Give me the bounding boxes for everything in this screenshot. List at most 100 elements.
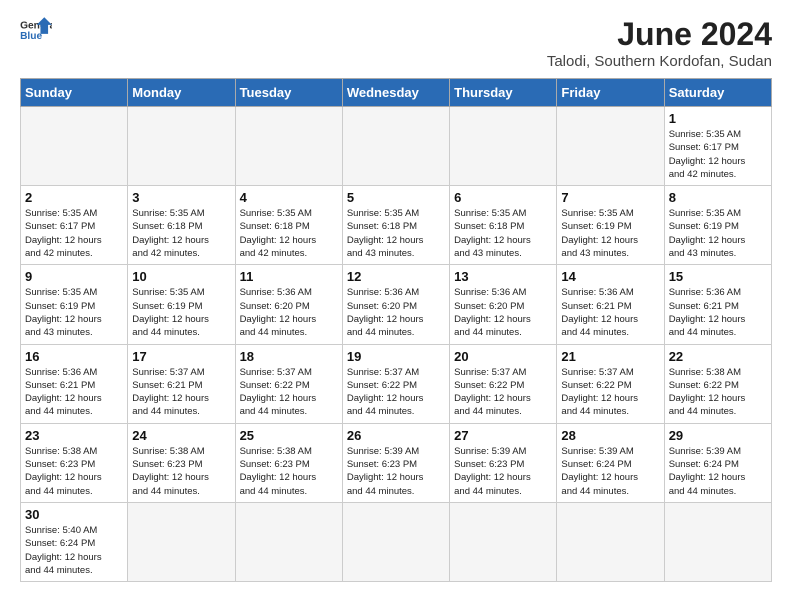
day-number: 17 bbox=[132, 349, 230, 364]
day-number: 1 bbox=[669, 111, 767, 126]
table-row: 28Sunrise: 5:39 AM Sunset: 6:24 PM Dayli… bbox=[557, 423, 664, 502]
day-number: 14 bbox=[561, 269, 659, 284]
day-number: 21 bbox=[561, 349, 659, 364]
day-info: Sunrise: 5:35 AM Sunset: 6:17 PM Dayligh… bbox=[25, 207, 123, 260]
day-number: 20 bbox=[454, 349, 552, 364]
table-row: 2 Sunrise: 5:35 AM Sunset: 6:17 PM Daylig… bbox=[21, 186, 128, 265]
day-info: Sunrise: 5:39 AM Sunset: 6:24 PM Dayligh… bbox=[669, 445, 767, 498]
day-info: Sunrise: 5:35 AM Sunset: 6:18 PM Dayligh… bbox=[240, 207, 338, 260]
header: General Blue June 2024 Talodi, Southern … bbox=[20, 16, 772, 70]
table-row: 3 Sunrise: 5:35 AM Sunset: 6:18 PM Daylig… bbox=[128, 186, 235, 265]
day-number: 26 bbox=[347, 428, 445, 443]
day-info: Sunrise: 5:35 AM Sunset: 6:19 PM Dayligh… bbox=[669, 207, 767, 260]
day-info: Sunrise: 5:35 AM Sunset: 6:19 PM Dayligh… bbox=[132, 286, 230, 339]
day-info: Sunrise: 5:36 AM Sunset: 6:21 PM Dayligh… bbox=[561, 286, 659, 339]
day-number: 7 bbox=[561, 190, 659, 205]
table-row: 8Sunrise: 5:35 AM Sunset: 6:19 PM Daylig… bbox=[664, 186, 771, 265]
day-info: Sunrise: 5:35 AM Sunset: 6:18 PM Dayligh… bbox=[454, 207, 552, 260]
header-wednesday: Wednesday bbox=[342, 79, 449, 107]
day-number: 16 bbox=[25, 349, 123, 364]
table-row bbox=[557, 502, 664, 581]
table-row: 15 Sunrise: 5:36 AM Sunset: 6:21 PM Dayli… bbox=[664, 265, 771, 344]
header-tuesday: Tuesday bbox=[235, 79, 342, 107]
table-row: 21 Sunrise: 5:37 AM Sunset: 6:22 PM Dayli… bbox=[557, 344, 664, 423]
day-info: Sunrise: 5:35 AM Sunset: 6:18 PM Dayligh… bbox=[132, 207, 230, 260]
day-number: 11 bbox=[240, 269, 338, 284]
table-row: 13 Sunrise: 5:36 AM Sunset: 6:20 PM Dayli… bbox=[450, 265, 557, 344]
table-row: 12 Sunrise: 5:36 AM Sunset: 6:20 PM Dayli… bbox=[342, 265, 449, 344]
day-number: 23 bbox=[25, 428, 123, 443]
day-number: 2 bbox=[25, 190, 123, 205]
day-number: 27 bbox=[454, 428, 552, 443]
table-row bbox=[128, 107, 235, 186]
day-info: Sunrise: 5:35 AM Sunset: 6:19 PM Dayligh… bbox=[561, 207, 659, 260]
table-row bbox=[342, 502, 449, 581]
day-number: 12 bbox=[347, 269, 445, 284]
day-info: Sunrise: 5:40 AM Sunset: 6:24 PM Dayligh… bbox=[25, 524, 123, 577]
table-row: 17 Sunrise: 5:37 AM Sunset: 6:21 PM Dayli… bbox=[128, 344, 235, 423]
day-number: 24 bbox=[132, 428, 230, 443]
table-row: 4Sunrise: 5:35 AM Sunset: 6:18 PM Daylig… bbox=[235, 186, 342, 265]
day-number: 29 bbox=[669, 428, 767, 443]
table-row bbox=[342, 107, 449, 186]
day-info: Sunrise: 5:37 AM Sunset: 6:22 PM Dayligh… bbox=[561, 366, 659, 419]
header-sunday: Sunday bbox=[21, 79, 128, 107]
table-row bbox=[450, 107, 557, 186]
table-row bbox=[557, 107, 664, 186]
table-row bbox=[235, 502, 342, 581]
day-info: Sunrise: 5:36 AM Sunset: 6:20 PM Dayligh… bbox=[347, 286, 445, 339]
table-row: 5 Sunrise: 5:35 AM Sunset: 6:18 PM Daylig… bbox=[342, 186, 449, 265]
header-thursday: Thursday bbox=[450, 79, 557, 107]
table-row: 29 Sunrise: 5:39 AM Sunset: 6:24 PM Dayli… bbox=[664, 423, 771, 502]
day-info: Sunrise: 5:39 AM Sunset: 6:23 PM Dayligh… bbox=[347, 445, 445, 498]
table-row: 7 Sunrise: 5:35 AM Sunset: 6:19 PM Daylig… bbox=[557, 186, 664, 265]
table-row bbox=[21, 107, 128, 186]
title-section: June 2024 Talodi, Southern Kordofan, Sud… bbox=[547, 16, 772, 70]
day-number: 6 bbox=[454, 190, 552, 205]
month-title: June 2024 bbox=[547, 16, 772, 53]
table-row: 11 Sunrise: 5:36 AM Sunset: 6:20 PM Dayli… bbox=[235, 265, 342, 344]
table-row bbox=[128, 502, 235, 581]
table-row: 18 Sunrise: 5:37 AM Sunset: 6:22 PM Dayli… bbox=[235, 344, 342, 423]
day-info: Sunrise: 5:36 AM Sunset: 6:21 PM Dayligh… bbox=[25, 366, 123, 419]
day-info: Sunrise: 5:39 AM Sunset: 6:24 PM Dayligh… bbox=[561, 445, 659, 498]
day-info: Sunrise: 5:37 AM Sunset: 6:22 PM Dayligh… bbox=[454, 366, 552, 419]
weekday-header-row: Sunday Monday Tuesday Wednesday Thursday… bbox=[21, 79, 772, 107]
day-number: 5 bbox=[347, 190, 445, 205]
day-number: 22 bbox=[669, 349, 767, 364]
location-subtitle: Talodi, Southern Kordofan, Sudan bbox=[547, 53, 772, 70]
table-row: 26 Sunrise: 5:39 AM Sunset: 6:23 PM Dayli… bbox=[342, 423, 449, 502]
day-info: Sunrise: 5:37 AM Sunset: 6:22 PM Dayligh… bbox=[347, 366, 445, 419]
table-row: 14 Sunrise: 5:36 AM Sunset: 6:21 PM Dayli… bbox=[557, 265, 664, 344]
table-row: 1 Sunrise: 5:35 AM Sunset: 6:17 PM Daylig… bbox=[664, 107, 771, 186]
day-number: 18 bbox=[240, 349, 338, 364]
day-number: 19 bbox=[347, 349, 445, 364]
day-info: Sunrise: 5:36 AM Sunset: 6:21 PM Dayligh… bbox=[669, 286, 767, 339]
day-info: Sunrise: 5:35 AM Sunset: 6:19 PM Dayligh… bbox=[25, 286, 123, 339]
table-row bbox=[664, 502, 771, 581]
table-row: 19 Sunrise: 5:37 AM Sunset: 6:22 PM Dayli… bbox=[342, 344, 449, 423]
table-row: 25Sunrise: 5:38 AM Sunset: 6:23 PM Dayli… bbox=[235, 423, 342, 502]
day-info: Sunrise: 5:36 AM Sunset: 6:20 PM Dayligh… bbox=[240, 286, 338, 339]
day-number: 13 bbox=[454, 269, 552, 284]
day-info: Sunrise: 5:38 AM Sunset: 6:22 PM Dayligh… bbox=[669, 366, 767, 419]
table-row bbox=[450, 502, 557, 581]
day-info: Sunrise: 5:36 AM Sunset: 6:20 PM Dayligh… bbox=[454, 286, 552, 339]
svg-text:Blue: Blue bbox=[20, 31, 42, 42]
table-row: 10Sunrise: 5:35 AM Sunset: 6:19 PM Dayli… bbox=[128, 265, 235, 344]
day-info: Sunrise: 5:37 AM Sunset: 6:22 PM Dayligh… bbox=[240, 366, 338, 419]
day-info: Sunrise: 5:38 AM Sunset: 6:23 PM Dayligh… bbox=[132, 445, 230, 498]
table-row: 24 Sunrise: 5:38 AM Sunset: 6:23 PM Dayli… bbox=[128, 423, 235, 502]
day-number: 3 bbox=[132, 190, 230, 205]
table-row bbox=[235, 107, 342, 186]
day-info: Sunrise: 5:35 AM Sunset: 6:17 PM Dayligh… bbox=[669, 128, 767, 181]
table-row: 22 Sunrise: 5:38 AM Sunset: 6:22 PM Dayli… bbox=[664, 344, 771, 423]
table-row: 30Sunrise: 5:40 AM Sunset: 6:24 PM Dayli… bbox=[21, 502, 128, 581]
table-row: 6 Sunrise: 5:35 AM Sunset: 6:18 PM Daylig… bbox=[450, 186, 557, 265]
day-info: Sunrise: 5:35 AM Sunset: 6:18 PM Dayligh… bbox=[347, 207, 445, 260]
day-number: 9 bbox=[25, 269, 123, 284]
table-row: 16 Sunrise: 5:36 AM Sunset: 6:21 PM Dayli… bbox=[21, 344, 128, 423]
day-info: Sunrise: 5:39 AM Sunset: 6:23 PM Dayligh… bbox=[454, 445, 552, 498]
day-number: 15 bbox=[669, 269, 767, 284]
day-info: Sunrise: 5:37 AM Sunset: 6:21 PM Dayligh… bbox=[132, 366, 230, 419]
